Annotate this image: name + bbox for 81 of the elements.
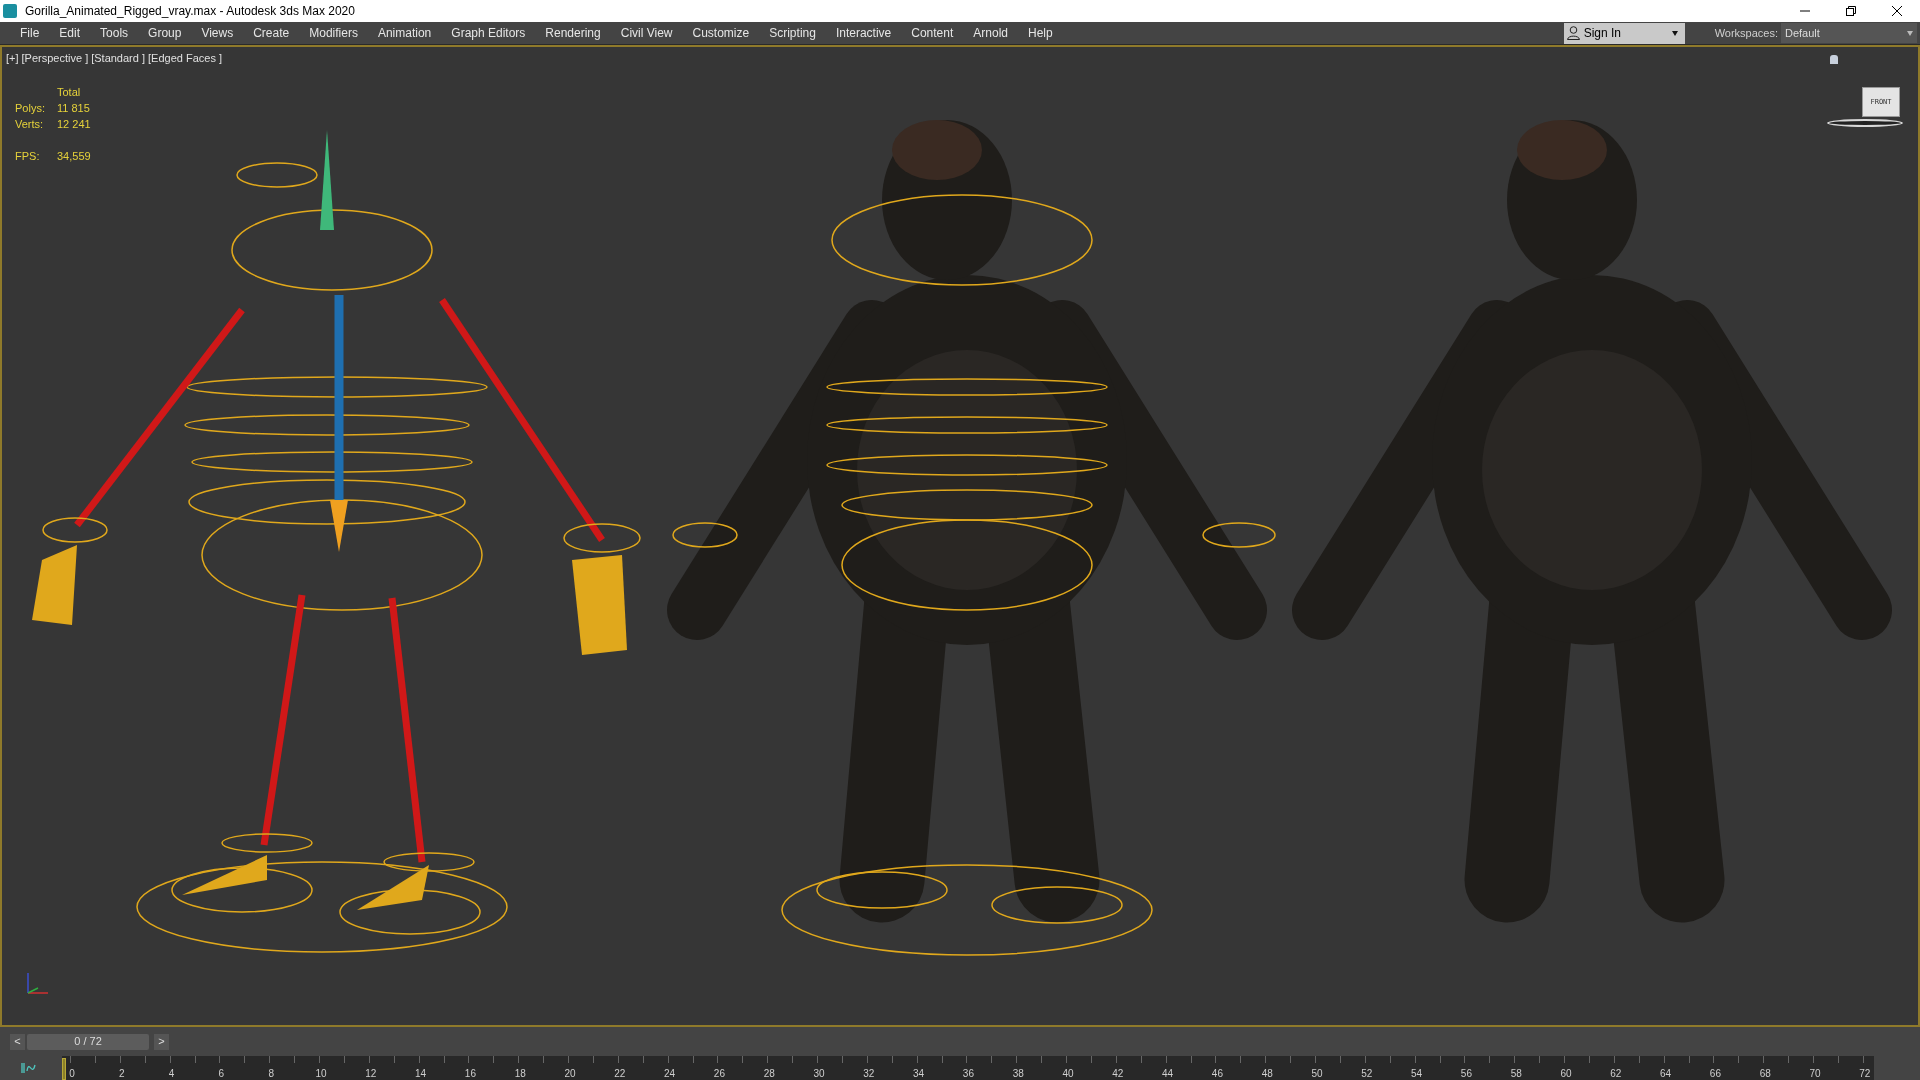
- frame-number: 40: [1062, 1067, 1074, 1080]
- stats-header: Total: [57, 85, 82, 99]
- frame-number: 16: [464, 1067, 476, 1080]
- fps-label: FPS:: [15, 149, 41, 163]
- menu-item[interactable]: Rendering: [535, 24, 611, 42]
- frame-number: 4: [168, 1067, 175, 1080]
- fps-value: 34,559: [57, 149, 91, 163]
- frame-number: 46: [1211, 1067, 1223, 1080]
- frame-number: 32: [863, 1067, 875, 1080]
- frame-number: 44: [1162, 1067, 1174, 1080]
- app-logo-icon: [3, 4, 17, 18]
- window-title: Gorilla_Animated_Rigged_vray.max - Autodesk 3ds Max 2020: [25, 3, 355, 20]
- menu-item[interactable]: Views: [191, 24, 244, 42]
- menu-item[interactable]: Content: [901, 24, 964, 42]
- frame-number: 8: [268, 1067, 274, 1080]
- frame-number: 12: [365, 1067, 377, 1080]
- menu-item[interactable]: Customize: [682, 24, 760, 42]
- timeline-ruler[interactable]: 0 2 4 6 8 10 12 14 16 18 20 22 24 26 28 30 32 34 36 38 40 42 44 46 48 50 52 54 56 58 60 62 64 66 68 70 72: [62, 1056, 1874, 1080]
- frame-number: 50: [1311, 1067, 1323, 1080]
- frame-number: 14: [415, 1067, 427, 1080]
- restore-icon: [1846, 6, 1856, 16]
- current-frame-marker[interactable]: [62, 1058, 66, 1080]
- menu-item[interactable]: Create: [243, 24, 300, 42]
- frame-number: 62: [1610, 1067, 1622, 1080]
- frame-number: 30: [813, 1067, 825, 1080]
- close-icon: [1892, 6, 1902, 16]
- frame-number: 22: [614, 1067, 626, 1080]
- menu-item[interactable]: Scripting: [759, 24, 826, 42]
- frame-number: 64: [1660, 1067, 1672, 1080]
- stats-label: Verts:: [15, 117, 45, 131]
- menu-item[interactable]: Help: [1017, 24, 1063, 42]
- frame-number: 52: [1361, 1067, 1373, 1080]
- frame-number: 2: [119, 1067, 125, 1080]
- menu-item[interactable]: Modifiers: [299, 24, 368, 42]
- frame-number: 54: [1411, 1067, 1423, 1080]
- menu-item[interactable]: Edit: [49, 24, 91, 42]
- menu-item[interactable]: File: [10, 24, 50, 42]
- menu-item[interactable]: Interactive: [825, 24, 902, 42]
- menu-item[interactable]: Tools: [90, 24, 139, 42]
- previous-frame-button[interactable]: <: [10, 1033, 25, 1050]
- frame-number: 24: [664, 1067, 676, 1080]
- menu-item[interactable]: Arnold: [963, 24, 1018, 42]
- stats-value: 11 815: [57, 101, 91, 115]
- frame-number: 26: [713, 1067, 725, 1080]
- frame-number: 34: [913, 1067, 925, 1080]
- frame-number: 66: [1709, 1067, 1721, 1080]
- user-icon: [1566, 26, 1580, 40]
- workspaces-dropdown[interactable]: Default: [1781, 23, 1917, 43]
- sign-in-dropdown[interactable]: Sign In: [1563, 22, 1685, 44]
- caret-icon: [1671, 30, 1678, 36]
- menu-item[interactable]: Animation: [367, 24, 442, 42]
- frame-number: 6: [218, 1067, 225, 1080]
- frame-number: 48: [1261, 1067, 1273, 1080]
- next-frame-button[interactable]: >: [154, 1033, 169, 1050]
- menu-item[interactable]: Group: [138, 24, 192, 42]
- view-cube-ring-icon: [1827, 119, 1903, 127]
- frame-number: 20: [564, 1067, 576, 1080]
- frame-number: 10: [315, 1067, 327, 1080]
- frame-number: 58: [1510, 1067, 1522, 1080]
- frame-number: 60: [1560, 1067, 1572, 1080]
- viewport-label[interactable]: [+]: [6, 50, 19, 67]
- frame-number: 36: [962, 1067, 974, 1080]
- caret-icon: [1907, 30, 1913, 36]
- stats-value: 12 241: [57, 117, 91, 131]
- frame-number: 0: [69, 1067, 75, 1080]
- frame-number: 56: [1460, 1067, 1472, 1080]
- home-icon[interactable]: [1830, 55, 1838, 64]
- frame-number: 18: [514, 1067, 526, 1080]
- frame-number: 42: [1112, 1067, 1124, 1080]
- frame-number: 38: [1012, 1067, 1024, 1080]
- menu-item[interactable]: Graph Editors: [441, 24, 536, 42]
- menu-item[interactable]: Civil View: [610, 24, 683, 42]
- frame-number: 70: [1809, 1067, 1821, 1080]
- frame-number: 68: [1759, 1067, 1771, 1080]
- frame-number: 72: [1859, 1067, 1871, 1080]
- viewport-label[interactable]: [Standard ]: [91, 50, 145, 67]
- workspaces-label: Workspaces:: [1714, 25, 1778, 41]
- viewport-label[interactable]: [Edged Faces ]: [148, 50, 222, 67]
- stats-label: Polys:: [15, 101, 46, 115]
- frame-number: 28: [763, 1067, 775, 1080]
- viewport-label[interactable]: [Perspective ]: [21, 50, 89, 67]
